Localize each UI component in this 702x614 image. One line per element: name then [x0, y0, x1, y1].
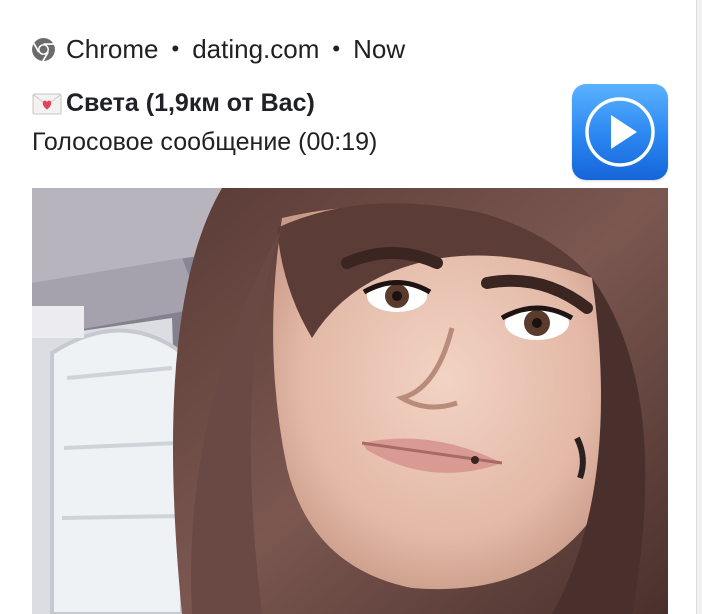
chrome-icon — [31, 37, 56, 62]
play-button[interactable] — [572, 84, 668, 180]
notification-header: Chrome • dating.com • Now — [31, 32, 405, 66]
notification-card[interactable]: Chrome • dating.com • Now Света (1,9км о… — [0, 0, 697, 614]
notification-title-row: Света (1,9км от Вас) — [32, 89, 315, 118]
notification-title: Света (1,9км от Вас) — [66, 89, 315, 117]
notification-body: Голосовое сообщение (00:19) — [32, 128, 378, 156]
profile-photo — [32, 188, 668, 614]
notification-source: dating.com — [192, 33, 320, 64]
app-name: Chrome — [66, 33, 159, 64]
love-letter-icon — [32, 93, 62, 115]
notification-time: Now — [353, 33, 406, 64]
play-icon — [585, 97, 655, 167]
notification-image — [32, 188, 668, 614]
separator-dot: • — [171, 36, 180, 61]
separator-dot: • — [332, 36, 341, 61]
